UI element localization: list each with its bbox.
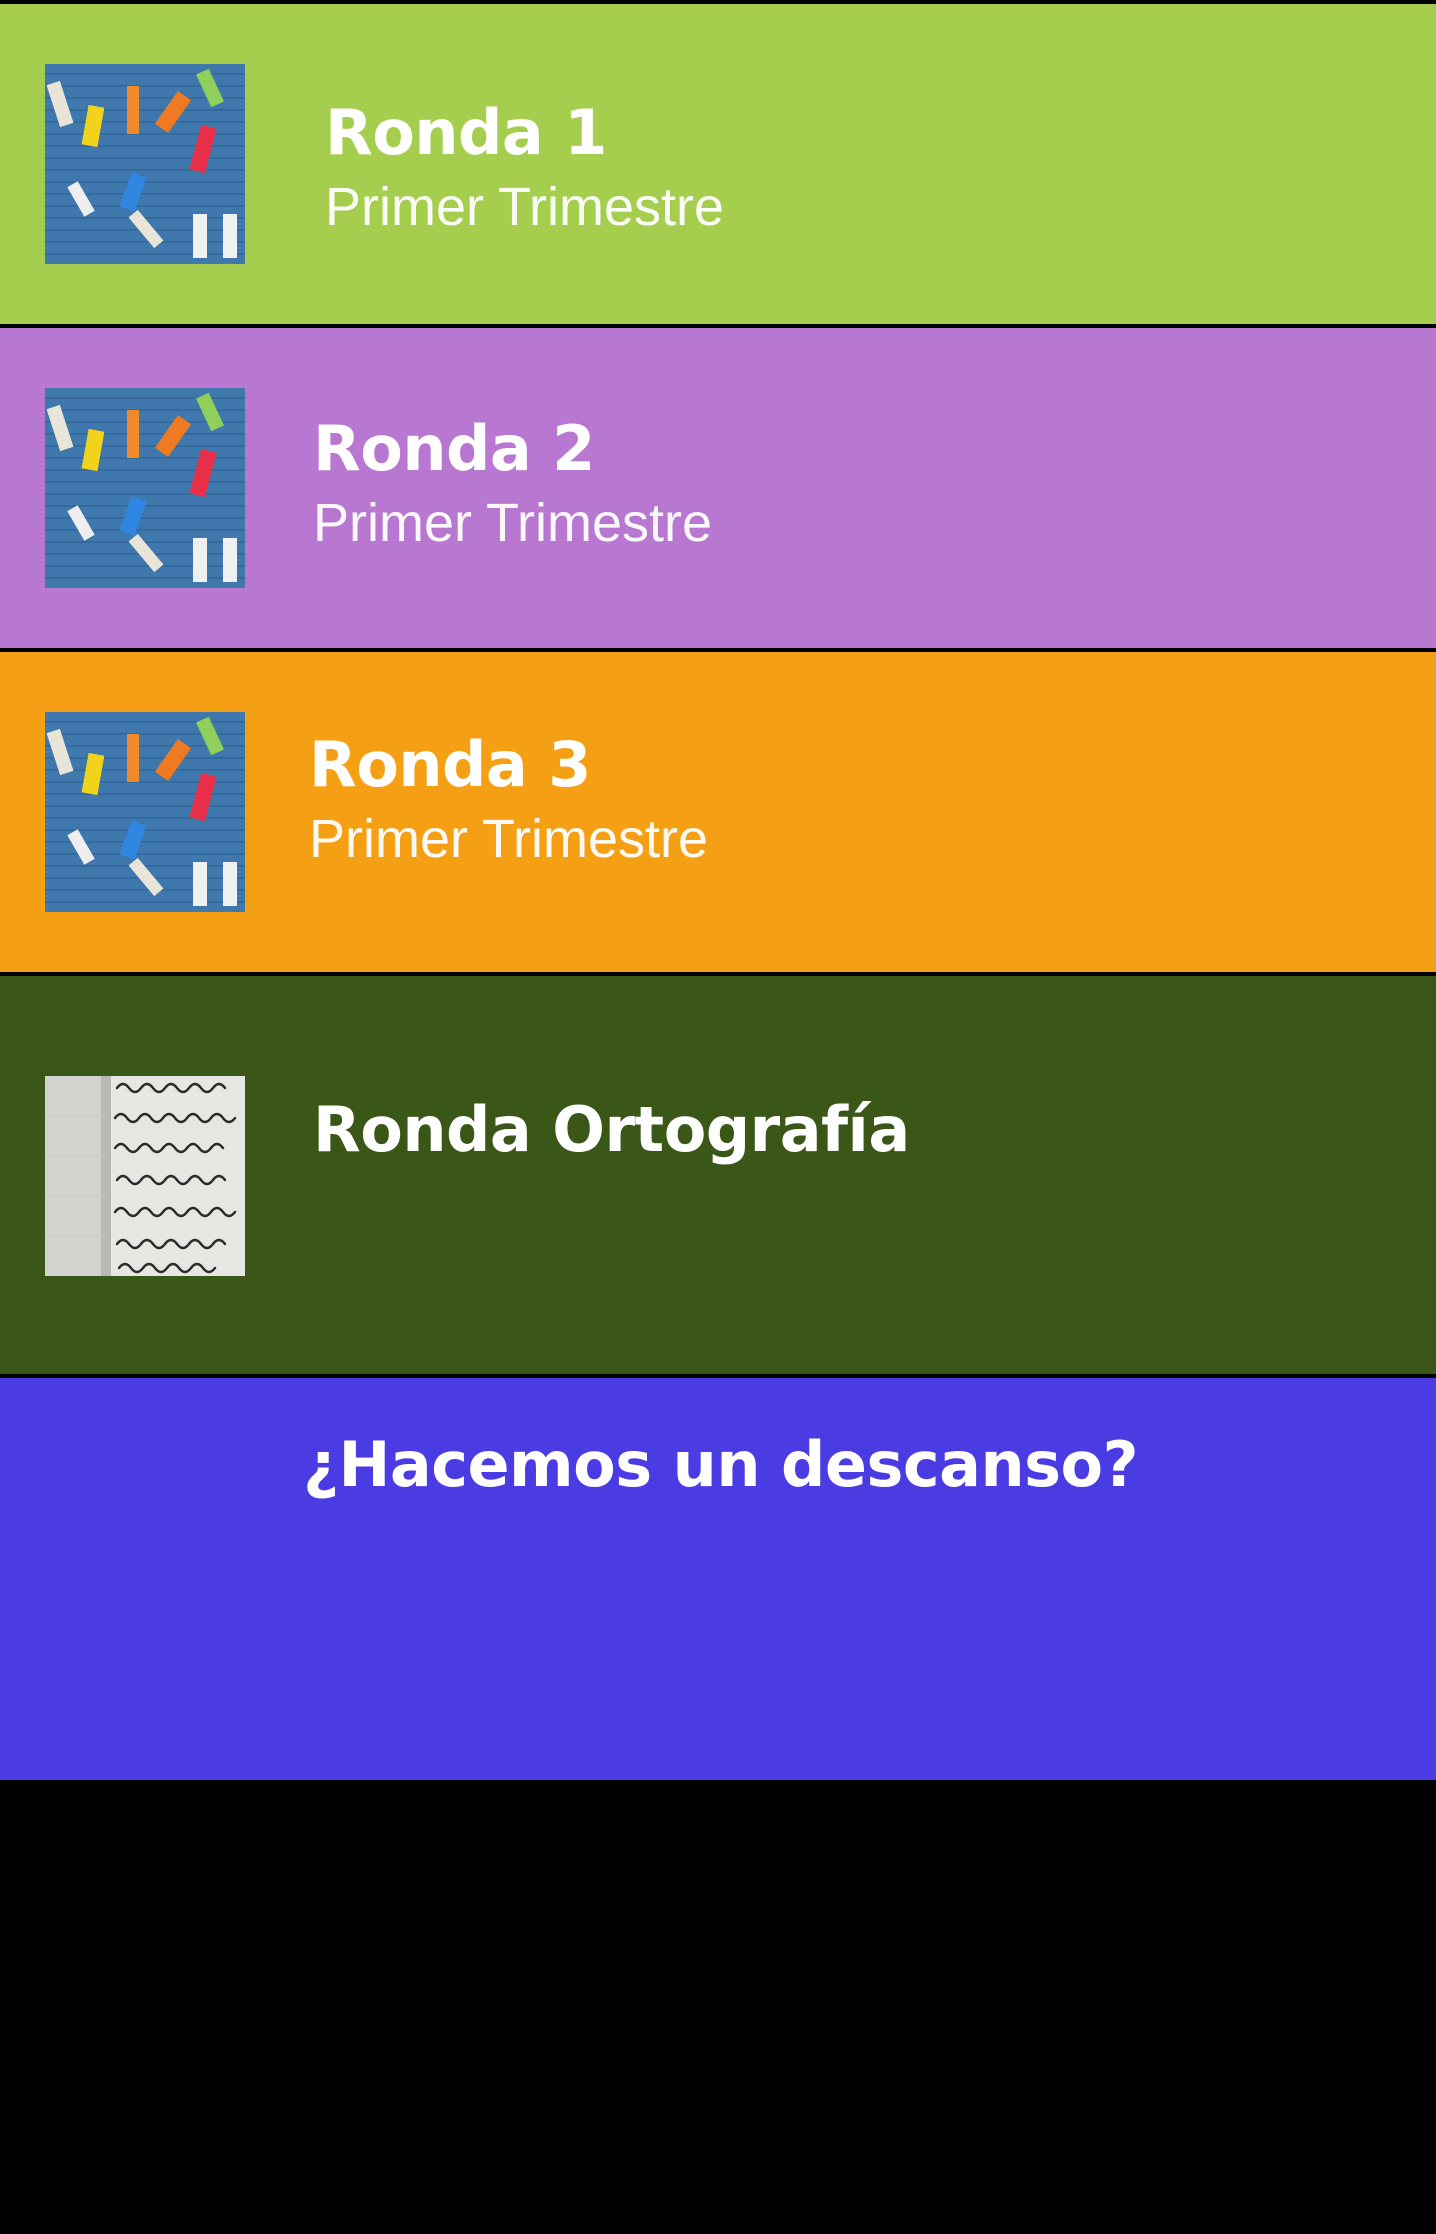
round-subtitle: Primer Trimestre [325, 177, 725, 237]
alphabet-letters-image [45, 712, 245, 912]
round-title: Ronda 1 [325, 96, 607, 169]
break-card[interactable]: ¿Hacemos un descanso? [0, 1378, 1436, 1780]
screen: Ronda 1 Primer Trimestre Ronda 2 Primer … [0, 0, 1436, 2234]
alphabet-letters-image [45, 388, 245, 588]
round-subtitle: Primer Trimestre [313, 493, 713, 553]
round-3-card[interactable]: Ronda 3 Primer Trimestre [0, 652, 1436, 972]
alphabet-letters-image [45, 64, 245, 264]
break-title: ¿Hacemos un descanso? [303, 1428, 1139, 1501]
spelling-round-card[interactable]: Ronda Ortografía [0, 976, 1436, 1374]
round-1-card[interactable]: Ronda 1 Primer Trimestre [0, 4, 1436, 324]
handwriting-notebook-image [45, 1076, 245, 1276]
round-title: Ronda 3 [309, 728, 591, 801]
round-2-card[interactable]: Ronda 2 Primer Trimestre [0, 328, 1436, 648]
round-subtitle: Primer Trimestre [309, 809, 709, 869]
round-title: Ronda Ortografía [313, 1093, 910, 1166]
round-title: Ronda 2 [313, 412, 595, 485]
